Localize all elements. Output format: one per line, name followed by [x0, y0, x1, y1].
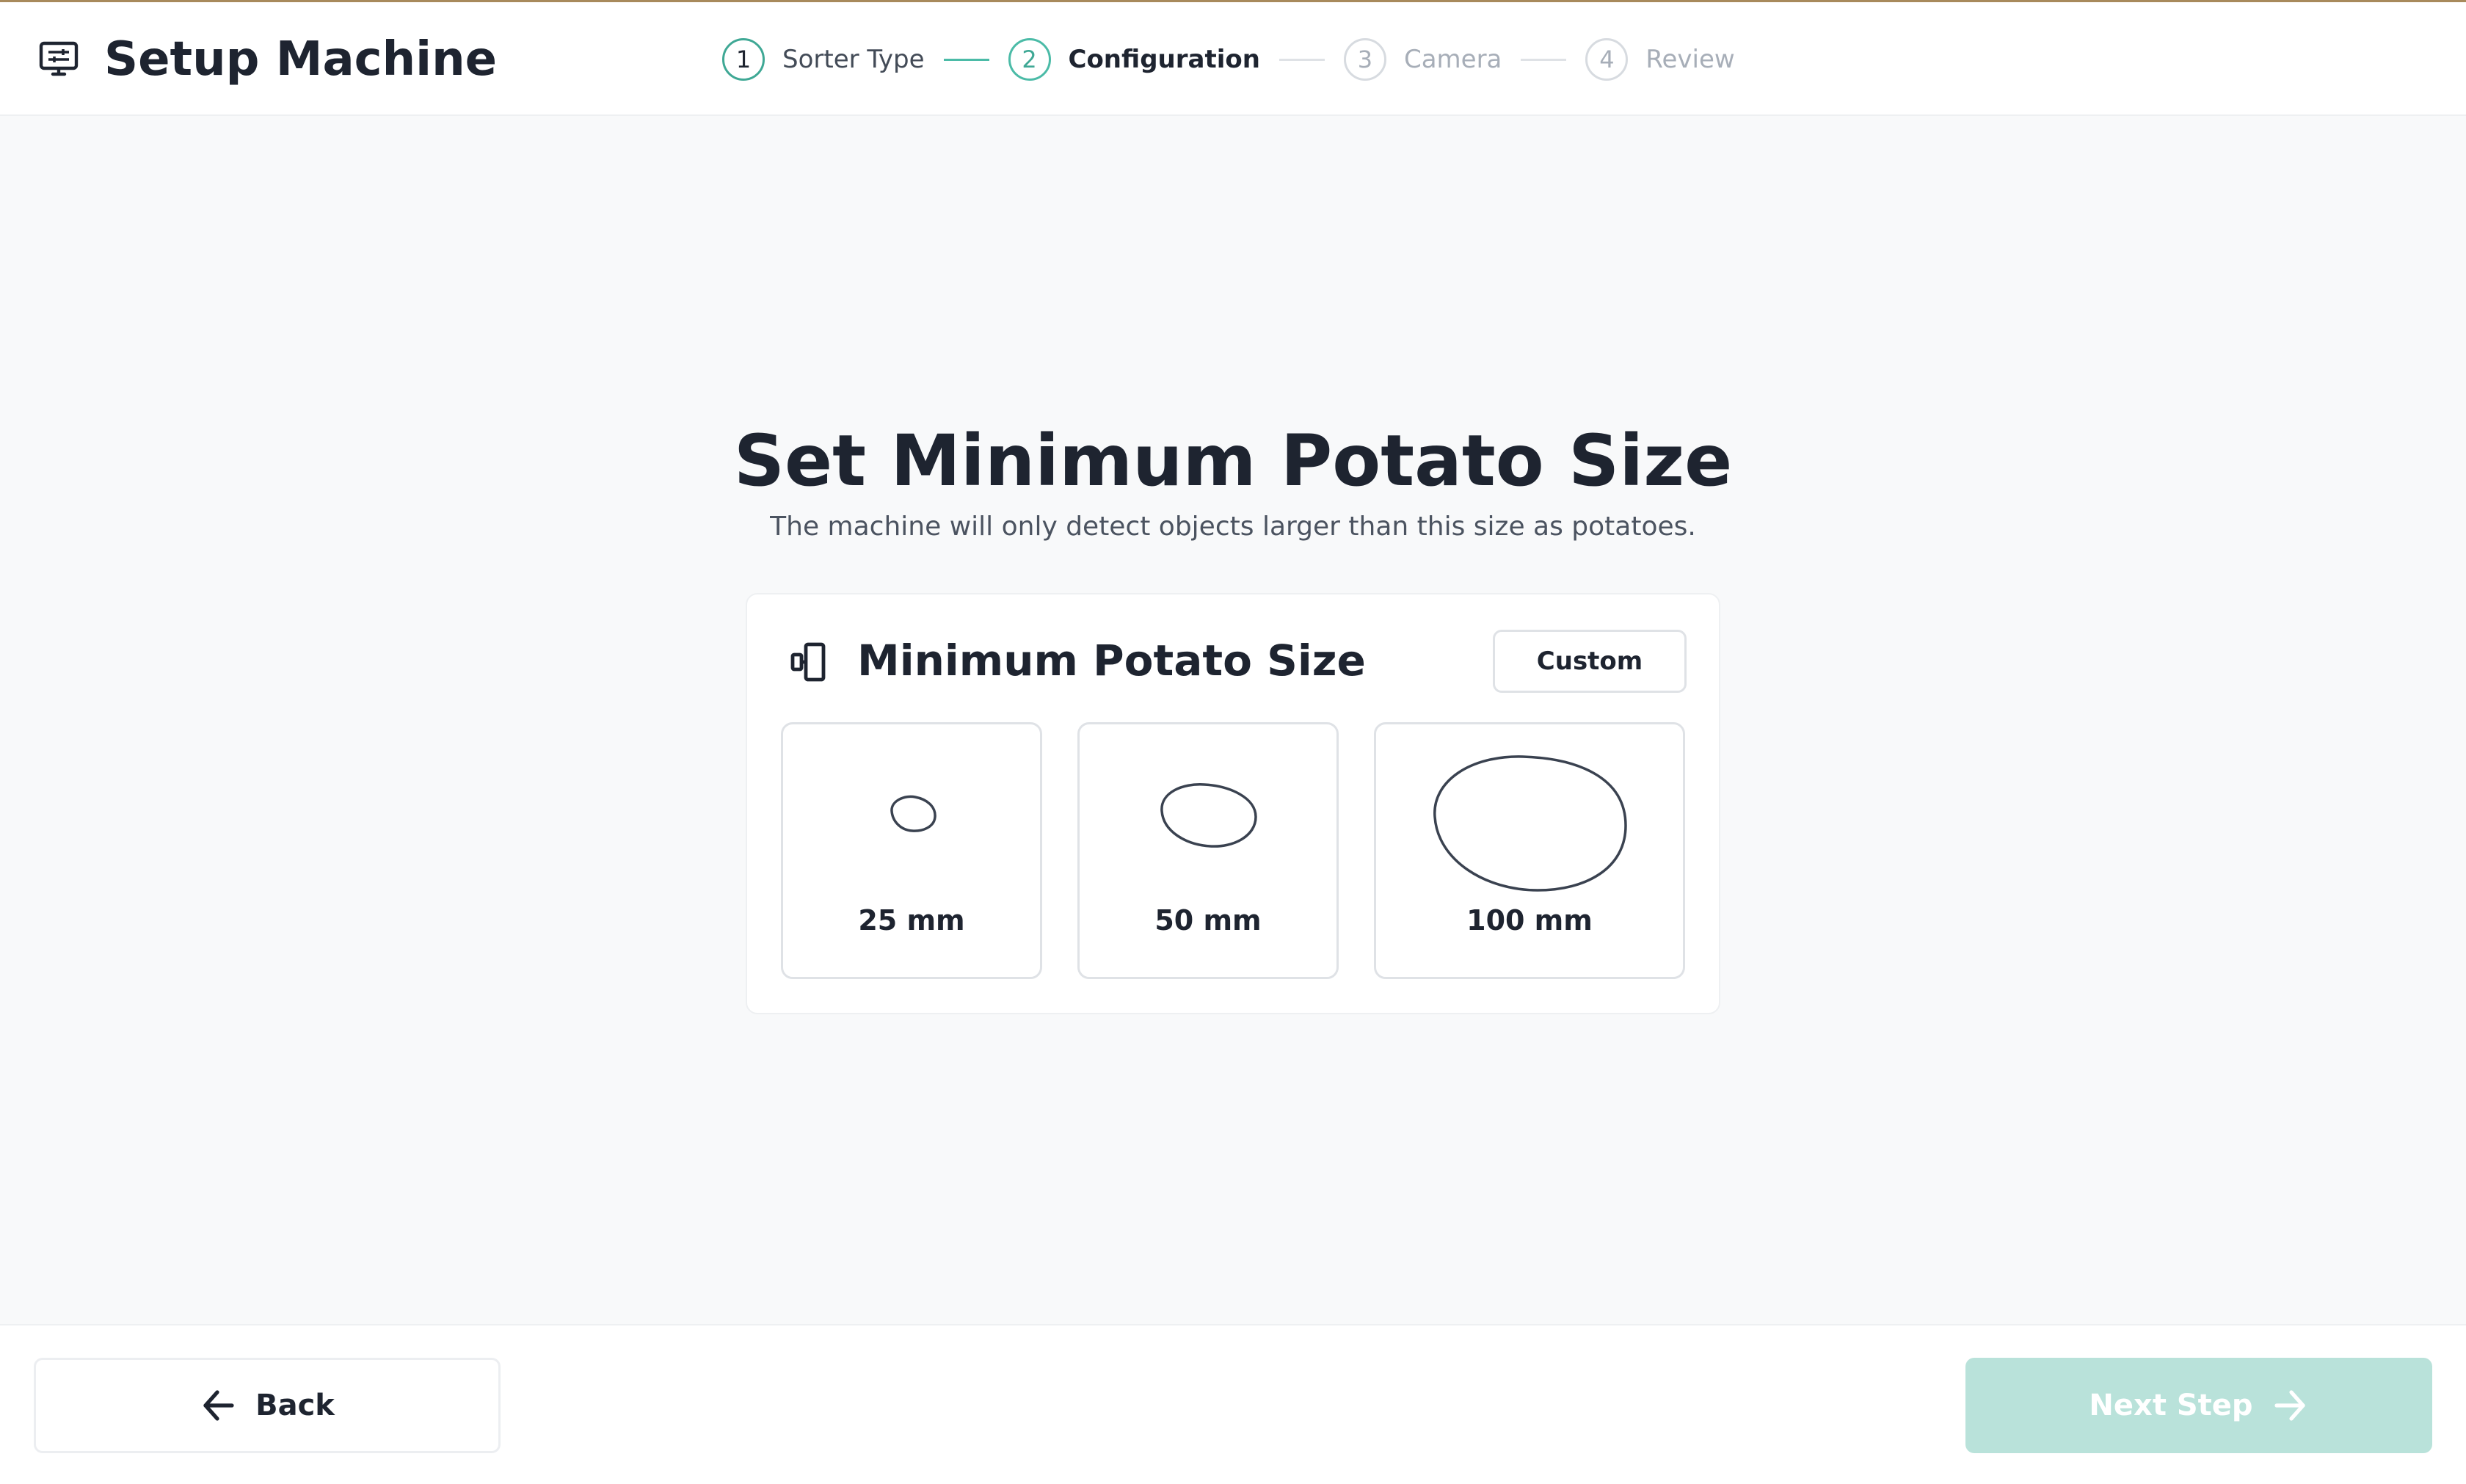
step-connector — [1279, 58, 1325, 61]
step-number: 4 — [1585, 38, 1629, 81]
footer: Back Next Step — [0, 1324, 2466, 1484]
step-label: Review — [1645, 45, 1735, 74]
step-review: 4 Review — [1585, 38, 1735, 81]
back-button-label: Back — [255, 1389, 335, 1422]
custom-size-button[interactable]: Custom — [1493, 630, 1687, 693]
step-label: Configuration — [1068, 45, 1260, 74]
step-number: 1 — [722, 38, 765, 81]
size-option-label: 50 mm — [1154, 904, 1262, 936]
card-title: Minimum Potato Size — [857, 636, 1366, 685]
back-button[interactable]: Back — [34, 1358, 501, 1453]
step-sorter-type[interactable]: 1 Sorter Type — [722, 38, 925, 81]
potato-small-icon — [890, 795, 936, 832]
size-option-100mm[interactable]: 100 mm — [1374, 722, 1685, 979]
app-title: Setup Machine — [104, 32, 498, 87]
step-connector — [1521, 58, 1567, 61]
size-option-label: 100 mm — [1466, 904, 1593, 936]
potato-large-icon — [1433, 755, 1627, 892]
step-number: 3 — [1343, 38, 1386, 81]
size-option-25mm[interactable]: 25 mm — [781, 722, 1042, 979]
step-camera: 3 Camera — [1343, 38, 1502, 81]
step-number: 2 — [1008, 38, 1051, 81]
size-option-50mm[interactable]: 50 mm — [1077, 722, 1339, 979]
page-title: Set Minimum Potato Size — [733, 420, 1733, 502]
potato-size-card: Minimum Potato Size Custom 25 mm 50 mm 1… — [746, 593, 1720, 1014]
arrow-left-icon — [203, 1390, 234, 1421]
potato-medium-icon — [1160, 783, 1257, 848]
page-subtitle: The machine will only detect objects lar… — [770, 512, 1696, 542]
size-compare-icon — [790, 642, 826, 682]
size-option-label: 25 mm — [858, 904, 965, 936]
step-configuration[interactable]: 2 Configuration — [1008, 38, 1260, 81]
monitor-settings-icon — [39, 41, 79, 76]
next-step-button[interactable]: Next Step — [1965, 1358, 2432, 1453]
step-label: Sorter Type — [782, 45, 925, 74]
stepper: 1 Sorter Type 2 Configuration 3 Camera 4… — [722, 34, 1735, 84]
header: Setup Machine 1 Sorter Type 2 Configurat… — [0, 2, 2466, 116]
step-connector — [943, 58, 989, 61]
next-step-button-label: Next Step — [2089, 1389, 2253, 1422]
setup-machine-app: Setup Machine 1 Sorter Type 2 Configurat… — [0, 0, 2466, 1484]
arrow-right-icon — [2274, 1390, 2305, 1421]
step-label: Camera — [1403, 45, 1502, 74]
